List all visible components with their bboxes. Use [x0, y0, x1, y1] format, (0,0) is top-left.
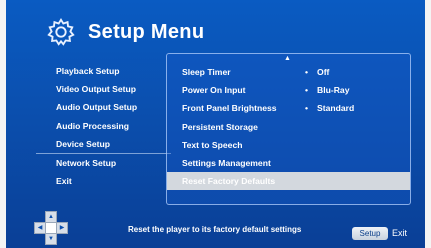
setting-label: Text to Speech	[182, 139, 243, 150]
setting-label: Power On Input	[182, 85, 246, 96]
left-menu: Playback Setup Video Output Setup Audio …	[36, 62, 171, 190]
help-text: Reset the player to its factory default …	[128, 225, 302, 234]
header: Setup Menu	[46, 12, 204, 52]
setting-value: Blu-Ray	[305, 81, 349, 99]
setting-label: Sleep Timer	[182, 67, 231, 77]
menu-item-video-output-setup[interactable]: Video Output Setup	[36, 80, 171, 98]
setting-sleep-timer[interactable]: Sleep Timer Off	[167, 63, 410, 81]
setting-label: Settings Management	[182, 157, 271, 168]
menu-item-network-setup[interactable]: Network Setup	[36, 152, 171, 172]
setting-text-to-speech[interactable]: Text to Speech	[167, 136, 410, 154]
menu-item-exit[interactable]: Exit	[36, 172, 171, 190]
menu-item-device-setup[interactable]: Device Setup	[36, 135, 171, 153]
settings-panel: ▲ Sleep Timer Off Power On Input Blu-Ray…	[166, 53, 411, 205]
setting-value: Off	[305, 63, 329, 81]
dpad-icon: ▲ ◀ ▶ ▼	[34, 211, 68, 245]
setup-button[interactable]: Setup	[352, 227, 388, 240]
setting-power-on-input[interactable]: Power On Input Blu-Ray	[167, 81, 410, 99]
menu-item-audio-output-setup[interactable]: Audio Output Setup	[36, 98, 171, 116]
tv-screen: Setup Menu Playback Setup Video Output S…	[6, 0, 425, 248]
setting-value: Standard	[305, 99, 354, 117]
setting-label: Persistent Storage	[182, 121, 258, 132]
setting-front-panel-brightness[interactable]: Front Panel Brightness Standard	[167, 99, 410, 117]
page-title: Setup Menu	[88, 20, 205, 43]
setting-persistent-storage[interactable]: Persistent Storage	[167, 118, 410, 136]
menu-item-playback-setup[interactable]: Playback Setup	[36, 62, 171, 80]
settings-list: Sleep Timer Off Power On Input Blu-Ray F…	[167, 63, 410, 191]
gear-icon	[47, 18, 75, 46]
setting-label: Reset Factory Defaults	[182, 176, 276, 187]
menu-item-audio-processing[interactable]: Audio Processing	[36, 117, 171, 135]
setting-settings-management[interactable]: Settings Management	[167, 154, 410, 172]
scroll-up-arrow-icon[interactable]: ▲	[284, 55, 291, 62]
setting-label: Front Panel Brightness	[182, 103, 277, 114]
exit-label: Exit	[392, 228, 408, 238]
setting-reset-factory-defaults[interactable]: Reset Factory Defaults	[167, 172, 410, 191]
